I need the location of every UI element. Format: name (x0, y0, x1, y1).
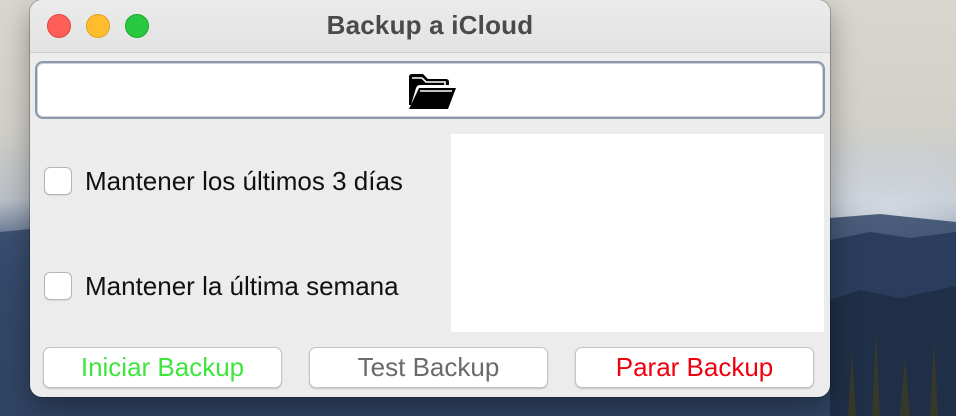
title-bar: Backup a iCloud (30, 0, 830, 53)
backup-window: Backup a iCloud Mantener los últimos 3 d… (30, 0, 830, 397)
select-folder-button[interactable] (35, 61, 825, 119)
open-folder-icon (409, 74, 456, 109)
window-title: Backup a iCloud (326, 10, 534, 40)
test-backup-button[interactable]: Test Backup (309, 347, 548, 388)
log-text-area[interactable] (451, 134, 824, 332)
keep-3-days-label: Mantener los últimos 3 días (85, 166, 403, 196)
keep-last-week-checkbox[interactable] (44, 272, 72, 300)
keep-last-week-label: Mantener la última semana (85, 271, 399, 301)
stop-backup-button[interactable]: Parar Backup (575, 347, 814, 388)
keep-3-days-checkbox[interactable] (44, 167, 72, 195)
start-backup-button[interactable]: Iniciar Backup (43, 347, 282, 388)
